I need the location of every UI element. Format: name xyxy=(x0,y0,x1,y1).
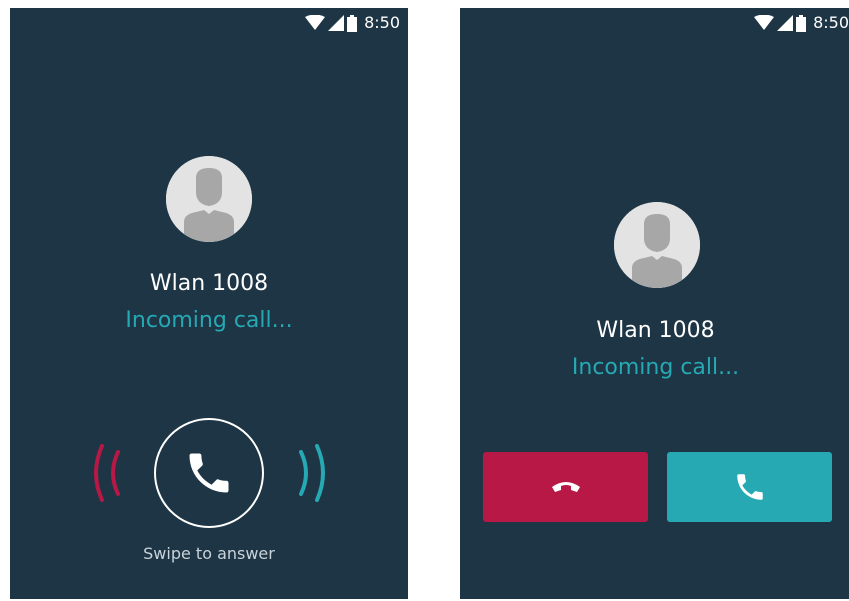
status-time: 8:50 xyxy=(364,13,400,32)
phone-icon xyxy=(736,474,763,500)
caller-avatar xyxy=(614,202,700,288)
caller-name: Wlan 1008 xyxy=(149,271,269,296)
phone-icon xyxy=(189,453,229,493)
answer-hint-arcs xyxy=(299,444,325,502)
status-time: 8:50 xyxy=(813,13,849,32)
person-silhouette-icon xyxy=(614,202,700,288)
caller-avatar xyxy=(166,156,252,242)
incoming-call-screen-buttons: 8:50 Wlan 1008 Incoming call... xyxy=(460,8,849,599)
hang-up-icon xyxy=(551,482,580,492)
decline-hint-arcs xyxy=(94,444,120,502)
answer-call-button[interactable] xyxy=(667,452,832,522)
wifi-icon xyxy=(305,15,326,30)
status-bar: 8:50 xyxy=(460,8,849,38)
person-silhouette-icon xyxy=(166,156,252,242)
battery-icon xyxy=(347,14,358,32)
answer-call-button[interactable] xyxy=(154,418,264,528)
swipe-to-answer-hint: Swipe to answer xyxy=(143,544,275,563)
battery-icon xyxy=(796,14,807,32)
call-status: Incoming call... xyxy=(125,308,293,333)
cell-signal-icon xyxy=(777,15,794,31)
decline-call-button[interactable] xyxy=(483,452,648,522)
caller-name: Wlan 1008 xyxy=(596,318,715,343)
call-status: Incoming call... xyxy=(571,355,740,380)
incoming-call-screen-swipe: 8:50 Wlan 1008 Incoming call... Swipe to… xyxy=(10,8,408,599)
wifi-icon xyxy=(754,15,775,30)
status-bar: 8:50 xyxy=(10,8,408,38)
cell-signal-icon xyxy=(328,15,345,31)
